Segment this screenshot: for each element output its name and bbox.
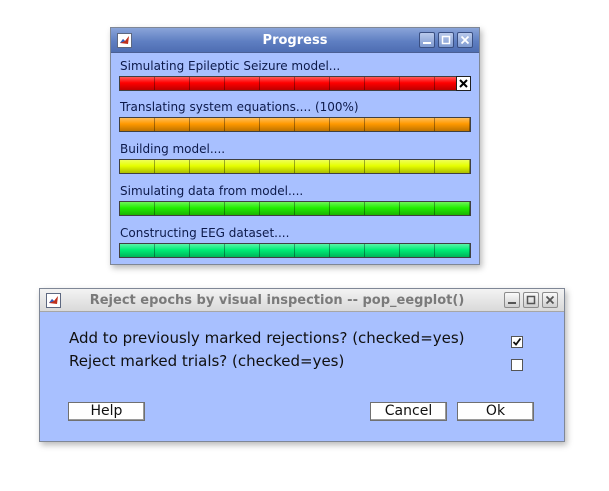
reject-title: Reject epochs by visual inspection -- po…	[89, 293, 465, 308]
progress-bar	[119, 117, 471, 132]
task-label: Translating system equations.... (100%)	[120, 100, 359, 114]
task-label: Constructing EEG dataset....	[120, 226, 290, 240]
progress-bar	[119, 243, 471, 258]
cancel-button[interactable]: Cancel	[370, 402, 447, 421]
reject-dialog: Reject epochs by visual inspection -- po…	[39, 288, 565, 442]
progress-bar	[119, 76, 471, 91]
task-label: Simulating Epileptic Seizure model...	[120, 59, 341, 73]
reject-titlebar[interactable]: Reject epochs by visual inspection -- po…	[40, 289, 564, 312]
progress-titlebar[interactable]: Progress	[111, 28, 479, 53]
maximize-icon[interactable]	[438, 32, 454, 48]
close-icon[interactable]	[542, 292, 558, 308]
progress-bar	[119, 159, 471, 174]
minimize-icon[interactable]	[504, 292, 520, 308]
add-rejections-checkbox[interactable]	[511, 336, 523, 348]
progress-window: Progress Simulating Epileptic Seizure mo…	[110, 27, 480, 265]
task-label: Building model....	[120, 142, 226, 156]
add-rejections-label: Add to previously marked rejections? (ch…	[69, 329, 465, 347]
ok-button[interactable]: Ok	[457, 402, 534, 421]
maximize-icon[interactable]	[523, 292, 539, 308]
progress-bar	[119, 201, 471, 216]
matlab-icon[interactable]	[46, 293, 61, 308]
close-x-icon[interactable]	[456, 76, 471, 91]
minimize-icon[interactable]	[419, 32, 435, 48]
help-button[interactable]: Help	[68, 402, 145, 421]
close-icon[interactable]	[457, 32, 473, 48]
task-label: Simulating data from model....	[120, 184, 304, 198]
reject-trials-checkbox[interactable]	[511, 359, 523, 371]
reject-trials-label: Reject marked trials? (checked=yes)	[69, 352, 345, 370]
